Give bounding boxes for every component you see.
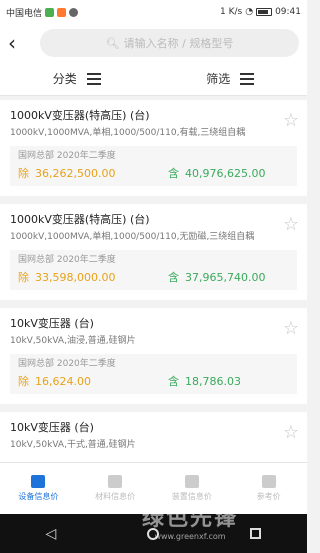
watermark-text: 绿色先锋 [142, 506, 239, 531]
tab-reference-price[interactable]: 参考价 [230, 463, 307, 514]
nav-recents-icon[interactable] [250, 528, 262, 539]
wifi-icon: ◔ [245, 7, 254, 17]
reference-icon [261, 475, 276, 488]
material-icon [108, 475, 123, 488]
battery-icon [256, 8, 273, 16]
price-source: 国网总部 2020年二季度 [18, 151, 116, 161]
excl-tax-label: 除 [18, 271, 29, 284]
star-icon[interactable]: ☆ [283, 424, 299, 442]
nav-back-icon[interactable]: ◁ [46, 526, 57, 542]
price-incl-tax: 含 18,786.03 [168, 373, 241, 390]
incl-tax-label: 含 [168, 271, 179, 284]
list-item[interactable]: 10kV变压器 (台) 10kV,50kVA,干式,普通,硅钢片 ☆ [0, 412, 307, 462]
item-title: 10kV变压器 (台) [10, 421, 94, 434]
menu-icon [240, 72, 255, 85]
incl-tax-value: 18,786.03 [185, 375, 241, 388]
watermark-url: www.greenxf.com [154, 532, 226, 541]
excl-tax-label: 除 [18, 167, 29, 180]
item-spec: 1000kV,1000MVA,单相,1000/500/110,无励磁,三绕组自耦 [10, 232, 255, 242]
top-bar: ‹ 🔍︎ 请输入名称 / 规格型号 [0, 24, 307, 62]
item-spec: 10kV,50kVA,油浸,普通,硅钢片 [10, 336, 136, 346]
tab-label: 设备信息价 [18, 492, 59, 501]
search-input[interactable]: 🔍︎ 请输入名称 / 规格型号 [40, 29, 299, 57]
status-left: 中国电信 [6, 6, 79, 19]
device-icon [184, 475, 199, 488]
equipment-icon [31, 475, 46, 488]
filter-bar: 分类 筛选 [0, 62, 307, 96]
search-placeholder: 请输入名称 / 规格型号 [123, 37, 234, 50]
category-label: 分类 [52, 72, 77, 86]
tab-equipment-price[interactable]: 设备信息价 [0, 463, 77, 514]
clock: 09:41 [275, 7, 301, 17]
price-excl-tax: 除 36,262,500.00 [18, 165, 168, 182]
star-icon[interactable]: ☆ [283, 112, 299, 130]
incl-tax-value: 37,965,740.00 [185, 271, 266, 284]
excl-tax-value: 16,624.00 [35, 375, 91, 388]
excl-tax-value: 36,262,500.00 [35, 167, 116, 180]
equipment-price-list: 1000kV变压器(特高压) (台) 1000kV,1000MVA,单相,100… [0, 100, 307, 462]
item-title: 1000kV变压器(特高压) (台) [10, 213, 150, 226]
item-title: 10kV变压器 (台) [10, 317, 94, 330]
category-button[interactable]: 分类 [0, 62, 154, 95]
item-title: 1000kV变压器(特高压) (台) [10, 109, 150, 122]
incl-tax-value: 40,976,625.00 [185, 167, 266, 180]
price-source: 国网总部 2020年二季度 [18, 255, 116, 265]
incl-tax-label: 含 [168, 167, 179, 180]
price-incl-tax: 含 37,965,740.00 [168, 269, 265, 286]
list-item[interactable]: 1000kV变压器(特高压) (台) 1000kV,1000MVA,单相,100… [0, 100, 307, 196]
price-excl-tax: 除 16,624.00 [18, 373, 168, 390]
price-incl-tax: 含 40,976,625.00 [168, 165, 265, 182]
incl-tax-label: 含 [168, 375, 179, 388]
tab-label: 参考价 [256, 492, 281, 501]
price-source: 国网总部 2020年二季度 [18, 359, 116, 369]
status-bar: 中国电信 1 K/s ◔ 09:41 [0, 0, 307, 24]
star-icon[interactable]: ☆ [283, 216, 299, 234]
network-speed: 1 K/s [219, 7, 243, 17]
price-box: 国网总部 2020年二季度 除 16,624.00 含 18,786.03 [10, 354, 297, 394]
price-excl-tax: 除 33,598,000.00 [18, 269, 168, 286]
price-row: 除 16,624.00 含 18,786.03 [18, 373, 289, 390]
price-row: 除 36,262,500.00 含 40,976,625.00 [18, 165, 289, 182]
watermark: 绿色先锋 www.greenxf.com [142, 500, 238, 541]
price-box: 国网总部 2020年二季度 除 33,598,000.00 含 37,965,740… [10, 250, 297, 290]
tab-label: 材料信息价 [95, 492, 136, 501]
status-right: 1 K/s ◔ 09:41 [220, 7, 301, 17]
star-icon[interactable]: ☆ [283, 320, 299, 338]
item-spec: 10kV,50kVA,干式,普通,硅钢片 [10, 440, 136, 450]
filter-label: 筛选 [206, 72, 231, 86]
list-item[interactable]: 10kV变压器 (台) 10kV,50kVA,油浸,普通,硅钢片 ☆ 国网总部 … [0, 308, 307, 404]
filter-button[interactable]: 筛选 [154, 62, 308, 95]
price-box: 国网总部 2020年二季度 除 36,262,500.00 含 40,976,625… [10, 146, 297, 186]
list-item[interactable]: 1000kV变压器(特高压) (台) 1000kV,1000MVA,单相,100… [0, 204, 307, 300]
item-spec: 1000kV,1000MVA,单相,1000/500/110,有载,三绕组自耦 [10, 128, 246, 138]
app-notification-icon [45, 7, 55, 17]
menu-icon [86, 72, 101, 85]
excl-tax-value: 33,598,000.00 [35, 271, 116, 284]
carrier-label: 中国电信 [6, 8, 43, 19]
price-row: 除 33,598,000.00 含 37,965,740.00 [18, 269, 289, 286]
app-notification-icon [57, 7, 67, 17]
search-icon: 🔍︎ [105, 36, 120, 50]
back-icon[interactable]: ‹ [8, 33, 26, 53]
chat-notification-icon [69, 7, 79, 17]
excl-tax-label: 除 [18, 375, 29, 388]
